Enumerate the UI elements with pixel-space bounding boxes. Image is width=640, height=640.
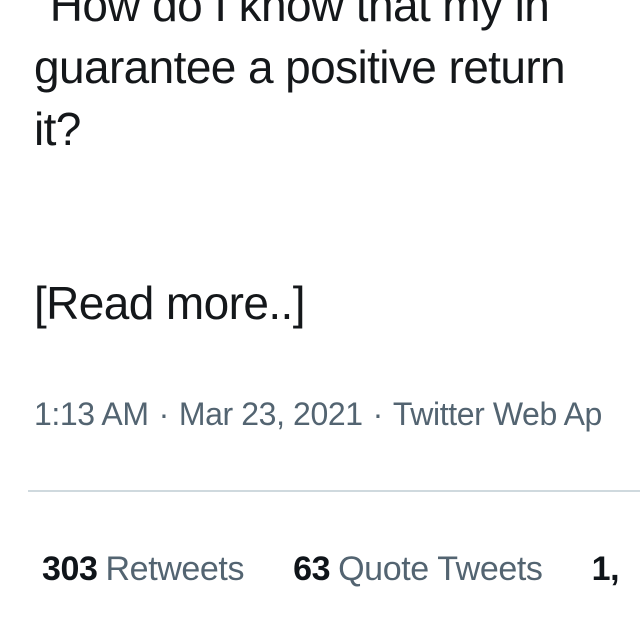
quote-tweets-count: 63 [293, 550, 331, 588]
tweet-text-line: it? [34, 103, 81, 155]
likes-count: 1, [591, 550, 620, 588]
meta-separator: · [372, 396, 384, 432]
tweet-meta: 1:13 AM · Mar 23, 2021 · Twitter Web Ap [34, 392, 602, 436]
tweet-stats: 303 Retweets 63 Quote Tweets 1, [42, 546, 640, 592]
likes-stat[interactable]: 1, [592, 546, 620, 592]
tweet-time[interactable]: 1:13 AM [34, 396, 149, 432]
tweet-text: "How do I know that my in guarantee a po… [34, 0, 640, 160]
divider [28, 490, 640, 492]
tweet-text-line: "How do I know that my in [34, 0, 550, 31]
retweets-label: Retweets [105, 550, 245, 588]
retweets-stat[interactable]: 303 Retweets [42, 546, 244, 592]
tweet-source[interactable]: Twitter Web Ap [393, 396, 602, 432]
tweet-date[interactable]: Mar 23, 2021 [179, 396, 363, 432]
read-more-link[interactable]: [Read more..] [34, 272, 305, 334]
tweet-text-line: guarantee a positive return [34, 41, 566, 93]
quote-tweets-stat[interactable]: 63 Quote Tweets [293, 546, 543, 592]
meta-separator: · [158, 396, 170, 432]
quote-tweets-label: Quote Tweets [338, 550, 543, 588]
retweets-count: 303 [42, 550, 98, 588]
